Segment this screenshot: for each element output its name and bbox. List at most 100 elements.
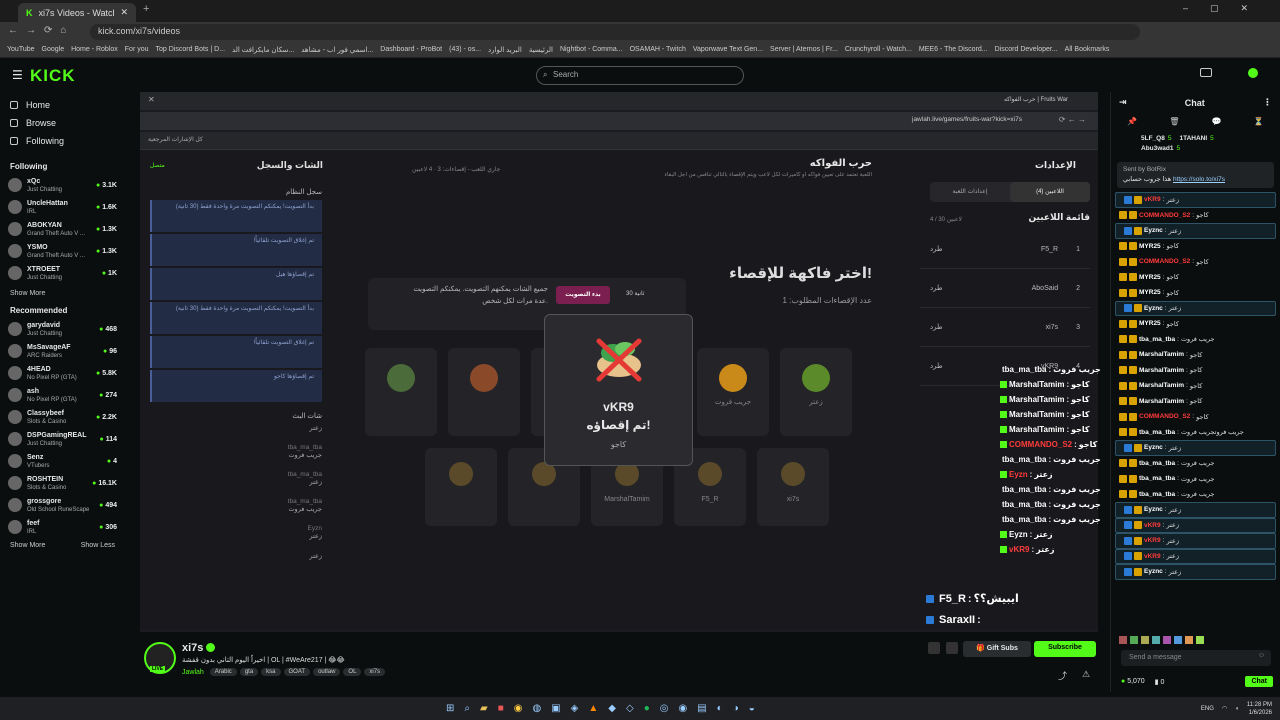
- chat-message[interactable]: Eyznc: زعتر: [1115, 440, 1276, 456]
- chat-message[interactable]: MYR25: كاجو: [1111, 239, 1280, 255]
- stream-tag[interactable]: OL: [343, 668, 362, 676]
- kick-logo[interactable]: KICK: [30, 66, 76, 86]
- app-icon[interactable]: ◇: [626, 703, 634, 714]
- windows-start-icon[interactable]: ⊞: [446, 703, 454, 714]
- emote-icon[interactable]: [1130, 636, 1138, 644]
- bookmark-item[interactable]: All Bookmarks: [1065, 46, 1110, 53]
- chat-username[interactable]: COMMANDO_S2: [1139, 212, 1190, 219]
- volume-icon[interactable]: ◖: [1235, 706, 1239, 712]
- channel-item[interactable]: ABOKYANGrand Theft Auto V ... 1.3K: [0, 218, 125, 240]
- bookmark-item[interactable]: البريد الوارد: [488, 46, 522, 54]
- fruit-card[interactable]: زعتر: [780, 348, 852, 436]
- chat-username[interactable]: MarshalTamim: [1139, 367, 1184, 374]
- bookmark-item[interactable]: سكان مايكرافت الد...: [232, 46, 294, 54]
- chat-message[interactable]: COMMANDO_S2: كاجو: [1111, 254, 1280, 270]
- bookmark-item[interactable]: Google: [42, 46, 65, 53]
- fruit-card[interactable]: [448, 348, 520, 436]
- chat-username[interactable]: tba_ma_tba: [1139, 460, 1175, 467]
- obs-icon[interactable]: ◐: [717, 703, 723, 714]
- chat-message[interactable]: MYR25: كاجو: [1111, 285, 1280, 301]
- chat-username[interactable]: Eyznc: [1144, 506, 1163, 513]
- emote-icon[interactable]: [1185, 636, 1193, 644]
- nav-home[interactable]: Home: [0, 96, 125, 114]
- chat-username[interactable]: Eyznc: [1144, 305, 1163, 312]
- chat-input[interactable]: Send a message ☺: [1121, 650, 1271, 666]
- bookmark-item[interactable]: MEE6 - The Discord...: [919, 46, 988, 53]
- chat-username[interactable]: Eyznc: [1144, 227, 1163, 234]
- message-icon[interactable]: 💬: [1212, 117, 1222, 126]
- stream-tag[interactable]: xi7s: [364, 668, 386, 676]
- bookmark-item[interactable]: For you: [125, 46, 149, 53]
- inner-nav-arrows-icon[interactable]: ⟳ ← →: [1059, 115, 1086, 124]
- bookmark-item[interactable]: Vaporwave Text Gen...: [693, 46, 763, 53]
- chat-message[interactable]: MarshalTamim: كاجو: [1111, 394, 1280, 410]
- stream-tag[interactable]: GOAT: [283, 668, 311, 676]
- tab-game-settings[interactable]: إعدادات اللعبة: [930, 182, 1010, 202]
- avatar[interactable]: [1248, 68, 1258, 78]
- kick-player-button[interactable]: طرد: [930, 323, 943, 331]
- close-icon[interactable]: ✕: [120, 7, 128, 18]
- inner-url[interactable]: jawlah.live/games/fruits-war?kick=xi7s: [912, 116, 1022, 123]
- app-icon[interactable]: ■: [498, 703, 504, 714]
- kick-player-button[interactable]: طرد: [930, 245, 943, 253]
- wifi-icon[interactable]: ◠: [1222, 705, 1227, 712]
- discord-icon[interactable]: ◍: [532, 703, 541, 714]
- show-less-link[interactable]: Show Less: [81, 542, 115, 549]
- fruit-card[interactable]: xi7s: [757, 448, 829, 526]
- chat-username[interactable]: Eyznc: [1144, 568, 1163, 575]
- clock[interactable]: 11:28 PM 1/6/2026: [1247, 701, 1272, 717]
- chat-message[interactable]: MarshalTamim: كاجو: [1111, 347, 1280, 363]
- steam-icon[interactable]: ◈: [571, 703, 579, 714]
- search-taskbar-icon[interactable]: ⌕: [464, 703, 470, 714]
- bookmark-item[interactable]: Server | Aternos | Fr...: [770, 46, 838, 53]
- chat-username[interactable]: MYR25: [1139, 243, 1161, 250]
- hourglass-icon[interactable]: ⏳: [1254, 117, 1264, 126]
- chat-username[interactable]: tba_ma_tba: [1139, 491, 1175, 498]
- fruit-card[interactable]: جريب فروت: [697, 348, 769, 436]
- show-more-recommended[interactable]: Show More: [10, 542, 45, 549]
- fruit-card[interactable]: [365, 348, 437, 436]
- emoji-icon[interactable]: ☺: [1258, 652, 1265, 659]
- bell-icon[interactable]: [928, 642, 940, 654]
- notifications-icon[interactable]: [1200, 68, 1212, 77]
- emote-icon[interactable]: [1141, 636, 1149, 644]
- channel-item[interactable]: ashNo Pixel RP (GTA) 274: [0, 384, 125, 406]
- chat-username[interactable]: vKR9: [1144, 196, 1161, 203]
- kick-player-button[interactable]: طرد: [930, 284, 943, 292]
- channel-item[interactable]: 4HEADNo Pixel RP (GTA) 5.8K: [0, 362, 125, 384]
- chat-username[interactable]: vKR9: [1144, 553, 1161, 560]
- bookmark-item[interactable]: OSAMAH - Twitch: [630, 46, 686, 53]
- points[interactable]: ● 5,070: [1121, 678, 1145, 685]
- chat-message[interactable]: tba_ma_tba: جريب فروت: [1111, 456, 1280, 472]
- chat-message[interactable]: vKR9: زعتر: [1115, 548, 1276, 564]
- chat-message[interactable]: COMMANDO_S2: كاجو: [1111, 208, 1280, 224]
- app-icon[interactable]: ◒: [749, 703, 755, 714]
- subscribe-button[interactable]: Subscribe: [1034, 641, 1096, 657]
- tab-players[interactable]: اللاعبين (4): [1010, 182, 1090, 202]
- channel-item[interactable]: garydavidJust Chatting 468: [0, 318, 125, 340]
- chat-message[interactable]: tba_ma_tba: جريب فروت: [1111, 487, 1280, 503]
- emote-icon[interactable]: [1196, 636, 1204, 644]
- browser-tab[interactable]: K xi7s Videos - Watch On-Demand ✕: [18, 3, 136, 22]
- folder-icon[interactable]: ▰: [480, 703, 488, 714]
- chat-message[interactable]: tba_ma_tba: جريب فروتجريب فروت: [1111, 425, 1280, 441]
- player-row[interactable]: طرد F5_R 1: [920, 230, 1090, 269]
- chat-message[interactable]: Eyznc: زعتر: [1115, 223, 1276, 239]
- player-row[interactable]: طرد AboSaid 2: [920, 269, 1090, 308]
- show-more-link[interactable]: Show More: [0, 284, 125, 300]
- chat-message[interactable]: tba_ma_tba: جريب فروت: [1111, 471, 1280, 487]
- close-icon[interactable]: ✕: [148, 95, 155, 104]
- menu-icon[interactable]: ☰: [12, 68, 23, 82]
- bookmark-item[interactable]: Top Discord Bots | D...: [156, 46, 226, 53]
- vote-timer[interactable]: 30 ثانية: [626, 290, 645, 297]
- inner-bookmark[interactable]: كل الإشارات المرجعية: [148, 136, 203, 143]
- channel-item[interactable]: YSMOGrand Theft Auto V ... 1.3K: [0, 240, 125, 262]
- stream-category[interactable]: Jawlah: [182, 669, 204, 676]
- app-icon[interactable]: ◉: [678, 703, 687, 714]
- bookmark-item[interactable]: اسمي فور اب - مشاهد...: [301, 46, 373, 54]
- channel-item[interactable]: feefIRL 306: [0, 516, 125, 538]
- chat-username[interactable]: MYR25: [1139, 320, 1161, 327]
- bookmark-item[interactable]: Home - Roblox: [71, 46, 118, 53]
- channel-item[interactable]: xQcJust Chatting 3.1K: [0, 174, 125, 196]
- chat-username[interactable]: tba_ma_tba: [1139, 336, 1175, 343]
